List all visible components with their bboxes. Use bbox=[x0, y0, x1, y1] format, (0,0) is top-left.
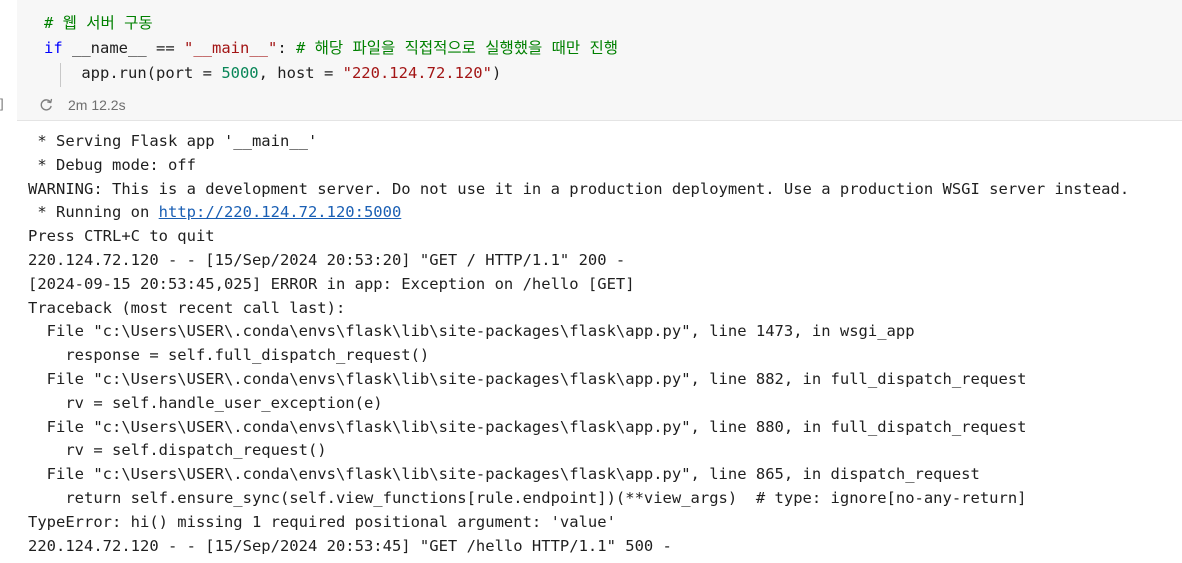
execution-time: 2m 12.2s bbox=[68, 97, 126, 113]
code-token-keyword: if bbox=[44, 39, 63, 57]
code-editor[interactable]: # 웹 서버 구동 if __name__ == "__main__": # 해당… bbox=[44, 11, 618, 86]
output-line: WARNING: This is a development server. D… bbox=[28, 179, 1130, 198]
code-token-comment: # 웹 서버 구동 bbox=[44, 14, 153, 32]
code-token-comment: # 해당 파일을 직접적으로 실행했을 때만 진행 bbox=[296, 39, 619, 57]
code-token-plain: : bbox=[277, 39, 296, 57]
output-line: [2024-09-15 20:53:45,025] ERROR in app: … bbox=[28, 274, 635, 293]
output-line: File "c:\Users\USER\.conda\envs\flask\li… bbox=[28, 369, 1027, 388]
output-line: rv = self.dispatch_request() bbox=[28, 441, 327, 460]
output-line: response = self.full_dispatch_request() bbox=[28, 346, 430, 365]
output-line: Press CTRL+C to quit bbox=[28, 227, 215, 246]
code-token-plain: ) bbox=[491, 64, 502, 82]
output-line: return self.ensure_sync(self.view_functi… bbox=[28, 488, 1027, 507]
code-token-number: 5000 bbox=[221, 64, 259, 82]
output-line: 220.124.72.120 - - [15/Sep/2024 20:53:45… bbox=[28, 536, 672, 555]
output-line: File "c:\Users\USER\.conda\envs\flask\li… bbox=[28, 322, 915, 341]
code-token-string: "__main__" bbox=[184, 39, 278, 57]
code-line[interactable]: app.run(port = 5000, host = "220.124.72.… bbox=[44, 61, 618, 86]
output-line: * Debug mode: off bbox=[28, 155, 196, 174]
code-token-plain: app.run(port = bbox=[44, 64, 222, 82]
output-line: Traceback (most recent call last): bbox=[28, 298, 346, 317]
output-line: * Running on http://220.124.72.120:5000 bbox=[28, 201, 1129, 225]
code-token-plain: __name__ == bbox=[62, 39, 184, 57]
code-token-plain: , host = bbox=[258, 64, 343, 82]
output-line: TypeError: hi() missing 1 required posit… bbox=[28, 512, 616, 531]
output-line: File "c:\Users\USER\.conda\envs\flask\li… bbox=[28, 417, 1027, 436]
code-line[interactable]: # 웹 서버 구동 bbox=[44, 11, 618, 36]
code-token-string: "220.124.72.120" bbox=[342, 64, 492, 82]
cell-status-bar: 2m 12.2s bbox=[38, 94, 126, 116]
output-line: 220.124.72.120 - - [15/Sep/2024 20:53:20… bbox=[28, 250, 626, 269]
cell-left-marker: ] bbox=[0, 96, 4, 111]
indent-guide bbox=[60, 63, 61, 87]
output-line: * Serving Flask app '__main__' bbox=[28, 132, 318, 150]
output-line: rv = self.handle_user_exception(e) bbox=[28, 393, 383, 412]
refresh-icon bbox=[38, 97, 54, 113]
output-text: * Running on bbox=[28, 203, 159, 222]
server-url-link[interactable]: http://220.124.72.120:5000 bbox=[159, 203, 402, 221]
code-line[interactable]: if __name__ == "__main__": # 해당 파일을 직접적으… bbox=[44, 36, 618, 61]
output-line: File "c:\Users\USER\.conda\envs\flask\li… bbox=[28, 465, 980, 484]
cell-output: * Serving Flask app '__main__' * Debug m… bbox=[28, 130, 1129, 558]
